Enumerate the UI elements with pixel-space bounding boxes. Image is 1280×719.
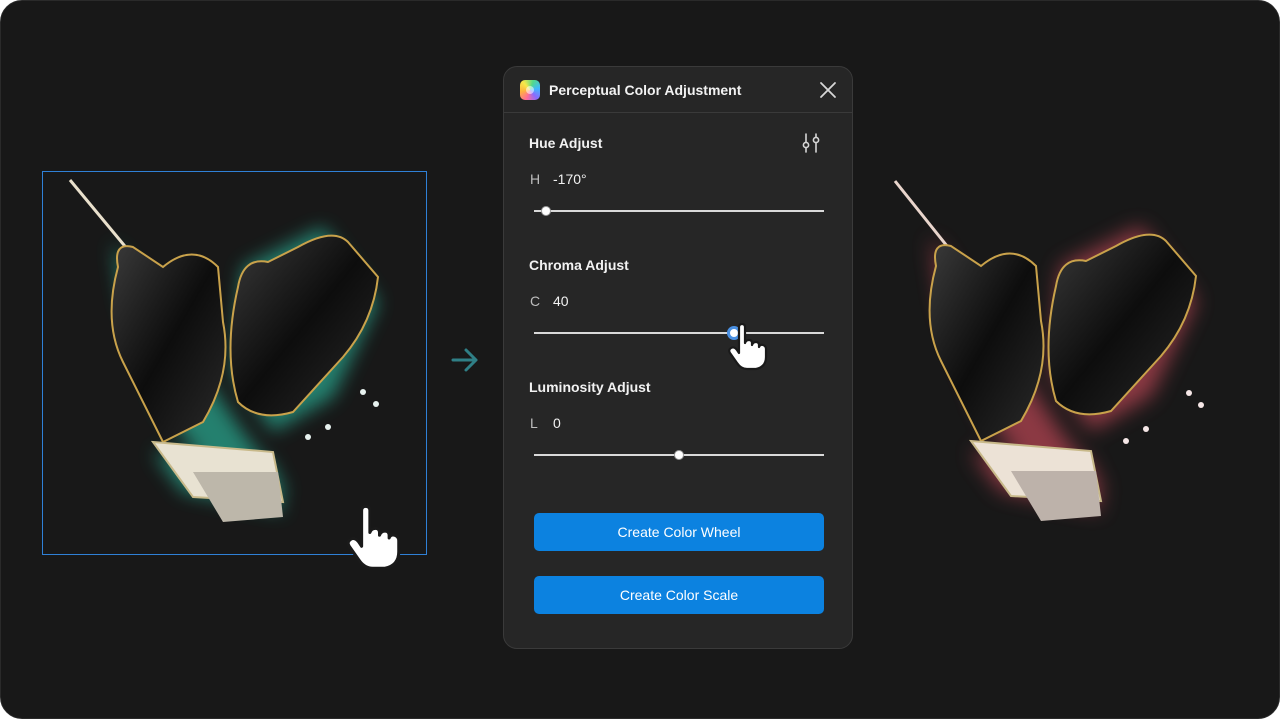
chroma-value: 40 [553,293,569,309]
chroma-letter: C [530,293,541,309]
chroma-slider[interactable] [534,326,824,340]
arrow-right-icon [451,348,478,372]
create-color-wheel-button[interactable]: Create Color Wheel [534,513,824,551]
plugin-logo-icon [520,80,540,100]
create-color-scale-button[interactable]: Create Color Scale [534,576,824,614]
chroma-section-title: Chroma Adjust [529,257,629,273]
adjusted-artwork [871,161,1251,561]
panel-title: Perceptual Color Adjustment [549,82,742,98]
plugin-panel: Perceptual Color Adjustment Hue Adjust H… [503,66,853,649]
hue-slider[interactable] [534,204,824,218]
chroma-slider-track [534,332,824,334]
canvas: Perceptual Color Adjustment Hue Adjust H… [0,0,1280,719]
original-artwork[interactable] [43,172,426,554]
luminosity-slider[interactable] [534,448,824,462]
panel-header: Perceptual Color Adjustment [504,67,852,113]
sliders-icon[interactable] [801,132,821,154]
close-icon[interactable] [818,80,838,100]
luminosity-value: 0 [553,415,561,431]
luminosity-section-title: Luminosity Adjust [529,379,651,395]
luminosity-letter: L [530,415,538,431]
hue-section-title: Hue Adjust [529,135,603,151]
chroma-slider-thumb[interactable] [727,326,742,340]
hue-letter: H [530,171,541,187]
hue-value: -170° [553,171,587,187]
hue-slider-track [534,210,824,212]
luminosity-slider-thumb[interactable] [674,450,684,460]
hue-slider-thumb[interactable] [540,206,551,216]
